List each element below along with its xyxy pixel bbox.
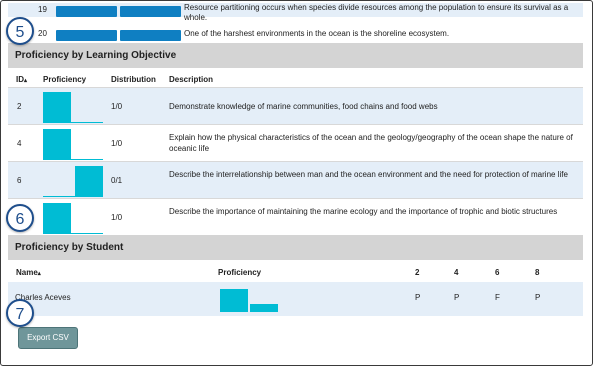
not-proficient-bar — [250, 304, 278, 312]
baseline — [43, 122, 103, 123]
baseline — [43, 196, 103, 197]
name-column-header[interactable]: Name▴ — [16, 268, 41, 277]
score-cell: F — [495, 293, 500, 302]
proficiency-chart — [43, 127, 103, 160]
table-row: 19 Resource partitioning occurs when spe… — [8, 3, 583, 22]
proficiency-chart — [43, 90, 103, 123]
score-cell: P — [415, 293, 421, 302]
progress-bar — [56, 6, 117, 17]
objective-column-header: 2 — [415, 268, 420, 277]
table-row: 20 One of the harshest environments in t… — [8, 27, 583, 41]
row-description: One of the harshest environments in the … — [184, 29, 450, 38]
row-id: 20 — [38, 29, 47, 38]
student-proficiency-header: Proficiency — [218, 268, 262, 277]
objective-row: 2 1/0 Demonstrate knowledge of marine co… — [8, 87, 583, 124]
objective-column-header: 8 — [535, 268, 540, 277]
objective-description: Explain how the physical characteristics… — [169, 133, 573, 153]
proficient-bar — [43, 129, 71, 160]
score-cell: P — [454, 293, 460, 302]
objective-distribution: 0/1 — [111, 176, 123, 185]
score-cell: P — [535, 293, 541, 302]
proficiency-chart — [43, 164, 103, 197]
objective-column-header: 6 — [495, 268, 500, 277]
row-id: 19 — [38, 5, 47, 14]
callout-badge: 6 — [6, 204, 34, 232]
student-row: Charles Aceves P P F P — [8, 282, 583, 316]
objectives-section-header: Proficiency by Learning Objective — [8, 43, 583, 68]
objective-row: 8 1/0 Describe the importance of maintai… — [8, 198, 583, 235]
objective-id: 4 — [17, 139, 22, 148]
objective-distribution: 1/0 — [111, 139, 123, 148]
export-csv-button[interactable]: Export CSV — [18, 327, 78, 349]
objective-column-header: 4 — [454, 268, 459, 277]
objective-description: Describe the importance of maintaining t… — [169, 207, 558, 216]
baseline — [43, 233, 103, 234]
objective-distribution: 1/0 — [111, 213, 123, 222]
progress-bar — [120, 6, 181, 17]
student-proficiency-chart — [220, 288, 280, 312]
description-column-header: Description — [169, 75, 214, 84]
row-description: Resource partitioning occurs when specie… — [184, 3, 569, 22]
objective-row: 6 0/1 Describe the interrelationship bet… — [8, 161, 583, 198]
sort-asc-icon: ▴ — [24, 78, 28, 84]
students-section-header: Proficiency by Student — [8, 235, 583, 260]
not-proficient-bar — [75, 166, 103, 197]
proficiency-chart — [43, 201, 103, 234]
proficient-bar — [43, 203, 71, 234]
callout-badge: 5 — [6, 17, 34, 45]
objective-row: 4 1/0 Explain how the physical character… — [8, 124, 583, 161]
distribution-column-header: Distribution — [111, 75, 156, 84]
objective-id: 2 — [17, 102, 22, 111]
section-title: Proficiency by Learning Objective — [15, 50, 177, 61]
sort-asc-icon: ▴ — [37, 271, 41, 277]
section-title: Proficiency by Student — [15, 242, 124, 253]
objective-description: Describe the interrelationship between m… — [169, 170, 568, 179]
proficiency-column-header: Proficiency — [43, 75, 87, 84]
objective-id: 6 — [17, 176, 22, 185]
report-panel: 19 Resource partitioning occurs when spe… — [0, 0, 593, 366]
progress-bar — [120, 30, 181, 41]
baseline — [43, 159, 103, 160]
proficient-bar — [220, 289, 248, 312]
proficient-bar — [43, 92, 71, 123]
progress-bar — [56, 30, 117, 41]
id-column-header[interactable]: ID▴ — [16, 75, 27, 84]
objective-description: Demonstrate knowledge of marine communit… — [169, 102, 438, 111]
objective-distribution: 1/0 — [111, 102, 123, 111]
callout-badge: 7 — [6, 299, 34, 327]
